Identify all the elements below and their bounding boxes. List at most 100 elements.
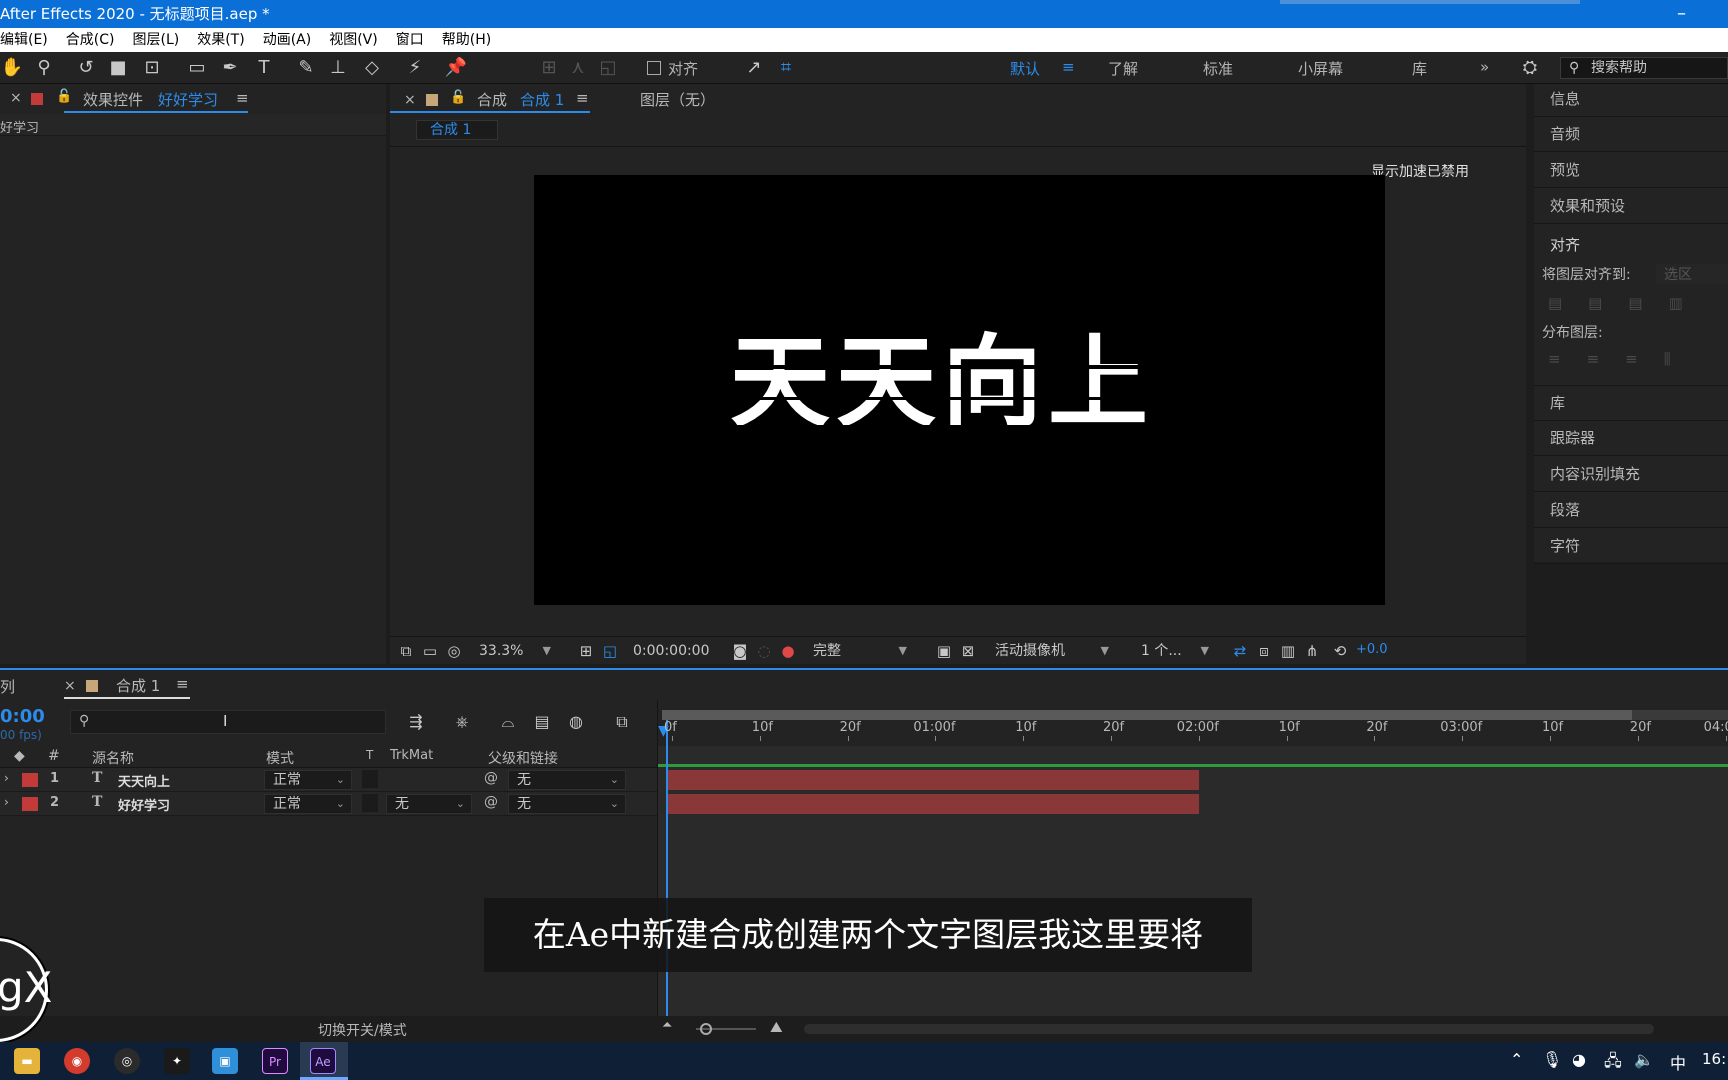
clock[interactable]: 16:: [1702, 1050, 1726, 1068]
camera-tool-icon[interactable]: ■: [106, 56, 130, 80]
align-buttons-icon[interactable]: ▤▤▤▥: [1548, 294, 1709, 312]
layer-search-input[interactable]: ⚲ I: [70, 710, 386, 734]
current-time-display[interactable]: 0:00:00:00: [624, 641, 716, 661]
app-window-icon[interactable]: ▣: [212, 1048, 238, 1074]
zoom-dropdown[interactable]: 33.3% ▼: [470, 641, 558, 661]
layer-duration-bar[interactable]: [667, 770, 1199, 790]
layer-name[interactable]: 天天向上: [118, 771, 170, 790]
color-channels-icon[interactable]: ●: [776, 639, 800, 663]
timeline-icon[interactable]: ▥: [1276, 639, 1300, 663]
work-area-range[interactable]: [662, 710, 1632, 720]
volume-icon[interactable]: 🔈: [1634, 1050, 1654, 1069]
exposure-value[interactable]: +0.0: [1356, 642, 1388, 657]
workspace-menu-icon[interactable]: ≡: [1062, 58, 1075, 76]
close-icon[interactable]: ×: [64, 678, 76, 694]
help-search-input[interactable]: ⚲ 搜索帮助: [1560, 57, 1728, 79]
timeline-tab-label[interactable]: 合成 1: [116, 675, 160, 696]
fit-region-icon[interactable]: ⊞: [574, 639, 598, 663]
hide-shy-layers-icon[interactable]: ⌓: [496, 710, 520, 734]
pen-tool-icon[interactable]: ✒: [218, 56, 242, 80]
composition-name[interactable]: 合成 1: [520, 89, 564, 110]
expand-chevron-icon[interactable]: ›: [4, 771, 9, 785]
menu-view[interactable]: 视图(V): [329, 28, 378, 52]
puppet-pin-tool-icon[interactable]: 📌: [444, 56, 468, 80]
transparency-grid-icon[interactable]: ◱: [598, 639, 622, 663]
camera-dropdown[interactable]: 活动摄像机 ▼: [986, 641, 1116, 661]
zoom-in-icon[interactable]: ⛰: [770, 1018, 783, 1036]
panel-paragraph[interactable]: 段落: [1534, 493, 1728, 528]
panel-content-aware-fill[interactable]: 内容识别填充: [1534, 457, 1728, 492]
motion-blur-icon[interactable]: ◍: [564, 710, 588, 734]
hand-tool-icon[interactable]: ✋: [0, 56, 24, 80]
menu-effect[interactable]: 效果(T): [197, 28, 244, 52]
layer-viewer-tab[interactable]: 图层（无）: [640, 89, 715, 110]
type-tool-icon[interactable]: T: [252, 56, 276, 80]
zoom-slider-handle[interactable]: [700, 1023, 712, 1035]
menu-layer[interactable]: 图层(L): [132, 28, 179, 52]
layer-label-color[interactable]: [22, 773, 38, 787]
lock-icon[interactable]: 🔓: [56, 89, 72, 104]
ime-indicator[interactable]: 中: [1670, 1050, 1686, 1074]
panel-tracker[interactable]: 跟踪器: [1534, 421, 1728, 456]
pixel-aspect-icon[interactable]: ⇄: [1228, 639, 1252, 663]
clone-stamp-tool-icon[interactable]: ⊥: [326, 56, 350, 80]
always-preview-icon[interactable]: ⧉: [394, 639, 418, 663]
after-effects-icon[interactable]: Ae: [310, 1048, 336, 1074]
monitor-icon[interactable]: ▭: [418, 639, 442, 663]
roto-brush-tool-icon[interactable]: ⚡: [403, 56, 427, 80]
reset-exposure-icon[interactable]: ⟲: [1328, 639, 1352, 663]
viewer-text-layer[interactable]: 天天向上: [730, 333, 1154, 433]
align-panel-title[interactable]: 对齐: [1550, 234, 1580, 255]
parent-dropdown[interactable]: 无 ⌄: [508, 794, 626, 814]
workspace-standard[interactable]: 标准: [1203, 58, 1233, 79]
composition-canvas[interactable]: 天天向上: [534, 175, 1385, 605]
timeline-current-time[interactable]: 0:00: [0, 706, 45, 727]
lock-icon[interactable]: 🔓: [450, 90, 466, 105]
snapping-icon[interactable]: ↗: [742, 56, 766, 80]
views-dropdown[interactable]: 1 个... ▼: [1132, 641, 1216, 661]
pan-behind-tool-icon[interactable]: ⊡: [140, 56, 164, 80]
comp-mini-flowchart-icon[interactable]: ⇶: [404, 710, 428, 734]
menu-help[interactable]: 帮助(H): [442, 28, 491, 52]
column-parent-link[interactable]: 父级和链接: [488, 748, 558, 768]
minimize-button[interactable]: –: [1677, 0, 1686, 28]
parent-dropdown[interactable]: 无 ⌄: [508, 770, 626, 790]
flowchart-icon[interactable]: ⋔: [1300, 639, 1324, 663]
layer-label-color[interactable]: [22, 797, 38, 811]
sync-settings-icon[interactable]: ⛭: [1518, 56, 1542, 80]
layer-duration-bar[interactable]: [667, 794, 1199, 814]
eraser-tool-icon[interactable]: ◇: [360, 56, 384, 80]
brush-tool-icon[interactable]: ✎: [294, 56, 318, 80]
workspace-small-screen[interactable]: 小屏幕: [1298, 58, 1343, 79]
effect-controls-layer-name[interactable]: 好好学习: [158, 89, 218, 110]
timeline-scrollbar[interactable]: [804, 1024, 1654, 1034]
rectangle-tool-icon[interactable]: ▭: [185, 56, 209, 80]
layer-name[interactable]: 好好学习: [118, 795, 170, 814]
effect-controls-tab-label[interactable]: 效果控件: [83, 89, 143, 110]
menu-edit[interactable]: 编辑(E): [0, 28, 48, 52]
align-to-dropdown[interactable]: 选区: [1656, 264, 1728, 284]
workspace-more-button[interactable]: »: [1480, 58, 1489, 76]
workspace-libraries[interactable]: 库: [1412, 58, 1427, 79]
panel-info[interactable]: 信息: [1534, 82, 1728, 117]
microphone-icon[interactable]: 🎙: [1542, 1050, 1562, 1069]
composition-tab-label[interactable]: 合成: [477, 89, 507, 110]
zoom-tool-icon[interactable]: ⚲: [32, 56, 56, 80]
close-icon[interactable]: ×: [10, 90, 22, 106]
workspace-learn[interactable]: 了解: [1108, 58, 1138, 79]
qq-icon[interactable]: ◕: [1572, 1050, 1586, 1069]
browser-icon[interactable]: ◎: [114, 1048, 140, 1074]
blend-mode-dropdown[interactable]: 正常 ⌄: [264, 794, 352, 814]
panel-menu-icon[interactable]: ≡: [576, 89, 589, 107]
panel-preview[interactable]: 预览: [1534, 153, 1728, 188]
preserve-transparency-toggle[interactable]: [362, 770, 378, 788]
snapshot-camera-icon[interactable]: ◙: [728, 639, 752, 663]
blend-mode-dropdown[interactable]: 正常 ⌄: [264, 770, 352, 790]
pick-whip-icon[interactable]: @: [484, 770, 498, 786]
network-icon[interactable]: 🖧: [1604, 1050, 1622, 1077]
breadcrumb[interactable]: 合成 1: [416, 120, 498, 140]
toggle-switches-modes-button[interactable]: 切换开关/模式: [318, 1020, 407, 1040]
panel-menu-icon[interactable]: ≡: [236, 89, 249, 107]
mask-visibility-icon[interactable]: ◎: [442, 639, 466, 663]
draft-3d-icon[interactable]: ⎈: [450, 710, 474, 734]
